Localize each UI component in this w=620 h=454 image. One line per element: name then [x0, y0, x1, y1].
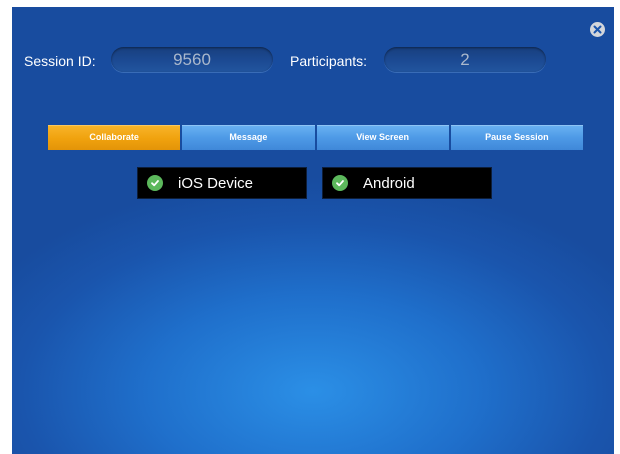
device-card-ios: iOS Device [137, 167, 307, 199]
tab-message[interactable]: Message [182, 125, 315, 150]
close-icon [593, 25, 602, 34]
device-name: iOS Device [178, 174, 254, 192]
tab-collaborate[interactable]: Collaborate [48, 125, 181, 150]
session-id-label: Session ID: [24, 53, 96, 69]
device-card-android: Android [322, 167, 492, 199]
check-circle-icon [332, 175, 348, 191]
tab-pause-session[interactable]: Pause Session [450, 125, 583, 150]
session-id-value: 9560 [111, 47, 273, 72]
session-window: Session ID: 9560 Participants: 2 Collabo… [12, 7, 614, 454]
participants-count-value: 2 [384, 47, 546, 72]
device-name: Android [363, 174, 415, 192]
action-tabs: Collaborate Message View Screen Pause Se… [48, 125, 583, 150]
tab-view-screen[interactable]: View Screen [316, 125, 449, 150]
close-button[interactable] [590, 22, 605, 37]
participants-label: Participants: [290, 53, 368, 69]
check-circle-icon [147, 175, 163, 191]
